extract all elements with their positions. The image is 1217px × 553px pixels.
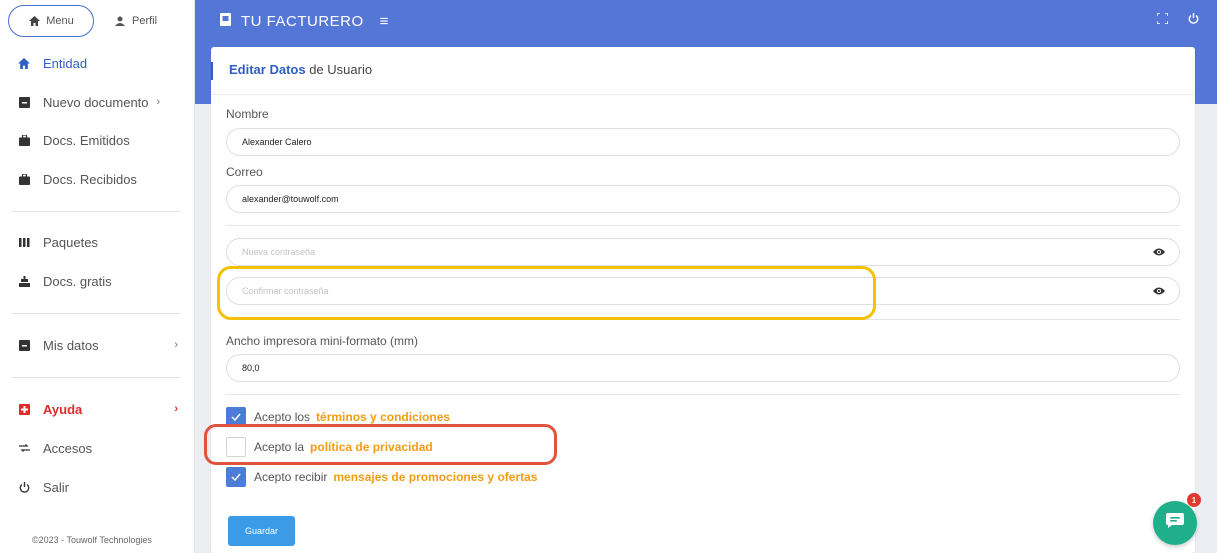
promo-prefix: Acepto recibir [254,470,328,484]
sidebar-divider [12,211,180,212]
sidebar-divider [12,313,180,314]
sidebar-item-ayuda[interactable]: Ayuda › [18,399,178,419]
sidebar-item-entidad[interactable]: Entidad [18,53,178,73]
card-title-rest: de Usuario [305,62,373,77]
sidebar-item-label: Docs. Emitidos [43,132,130,148]
sidebar-item-docs-gratis[interactable]: Docs. gratis [18,271,178,291]
perfil-label: Perfil [132,15,158,27]
promo-row: Acepto recibir mensajes de promociones y… [226,467,537,487]
user-icon [114,15,126,27]
footer-copyright: ©2023 - Touwolf Technologies [32,535,152,545]
section-divider [226,225,1180,226]
sidebar-divider [12,377,180,378]
sidebar-item-label: Docs. gratis [43,273,112,289]
chevron-right-icon: › [174,339,178,351]
nombre-input[interactable]: Alexander Calero [226,128,1180,156]
user-data-icon [18,339,30,351]
nombre-label: Nombre [226,107,269,121]
correo-input[interactable]: alexander@touwolf.com [226,185,1180,213]
section-divider [226,394,1180,395]
sidebar-item-label: Nuevo documento [43,94,149,110]
ancho-input[interactable]: 80,0 [226,354,1180,382]
sidebar-item-mis-datos[interactable]: Mis datos › [18,335,178,355]
sidebar-item-accesos[interactable]: Accesos [18,438,178,458]
highlight-confirm-password [217,266,876,320]
sidebar-top: Menu Perfil [0,0,194,42]
chat-button[interactable] [1153,501,1197,545]
sidebar-item-salir[interactable]: Salir [18,477,178,497]
terms-prefix: Acepto los [254,410,311,424]
power-icon[interactable] [1188,13,1199,27]
sidebar: Menu Perfil Entidad Nuevo documento › Do… [0,0,195,553]
chat-icon [1166,513,1184,533]
sidebar-item-nuevo-documento[interactable]: Nuevo documento › [18,92,178,112]
sidebar-item-label: Mis datos [43,337,99,353]
briefcase-icon [18,173,30,185]
highlight-privacy [204,424,557,465]
power-icon [18,481,30,493]
perfil-button[interactable]: Perfil [114,15,157,27]
briefcase-icon [18,134,30,146]
brand-title: TU FACTURERO [241,13,364,30]
help-icon [18,403,30,415]
eye-icon[interactable] [1153,286,1165,296]
ancho-label: Ancho impresora mini-formato (mm) [226,334,419,348]
chat-notification-badge: 1 [1187,493,1201,507]
home-icon [28,15,40,27]
terms-link[interactable]: términos y condiciones [316,410,450,424]
new-password-input[interactable]: Nueva contraseña [226,238,1180,266]
top-bar-actions [1156,12,1199,27]
card-header-divider [211,94,1195,95]
save-button[interactable]: Guardar [228,516,295,546]
hamburger-icon[interactable]: ≡ [380,13,389,30]
fullscreen-icon[interactable] [1156,12,1169,27]
chevron-right-icon: › [156,96,161,108]
sidebar-item-paquetes[interactable]: Paquetes [18,232,178,252]
menu-button[interactable]: Menu [8,5,94,37]
correo-label: Correo [226,165,263,179]
menu-button-label: Menu [46,15,74,27]
chevron-right-icon: › [174,403,178,415]
card-title: Editar Datos de Usuario [211,62,372,80]
eye-icon[interactable] [1153,247,1165,257]
sidebar-item-label: Entidad [43,55,88,71]
gift-icon [18,275,30,287]
key-icon [18,442,30,454]
sidebar-item-label: Paquetes [43,234,98,250]
sidebar-item-docs-recibidos[interactable]: Docs. Recibidos [18,169,178,189]
sidebar-item-label: Docs. Recibidos [43,171,137,187]
sidebar-item-label: Accesos [43,440,93,456]
bars-icon [18,236,30,248]
promo-link[interactable]: mensajes de promociones y ofertas [333,470,537,484]
invoice-logo-icon [220,13,231,30]
sidebar-item-label: Ayuda [43,401,83,417]
home-icon [18,57,30,69]
new-password-placeholder: Nueva contraseña [242,247,316,257]
promo-checkbox[interactable] [226,467,246,487]
document-add-icon [18,96,30,108]
card-title-bold: Editar Datos [229,62,306,77]
sidebar-item-docs-emitidos[interactable]: Docs. Emitidos [18,130,178,150]
sidebar-item-label: Salir [43,479,70,495]
brand: TU FACTURERO ≡ [220,13,389,30]
